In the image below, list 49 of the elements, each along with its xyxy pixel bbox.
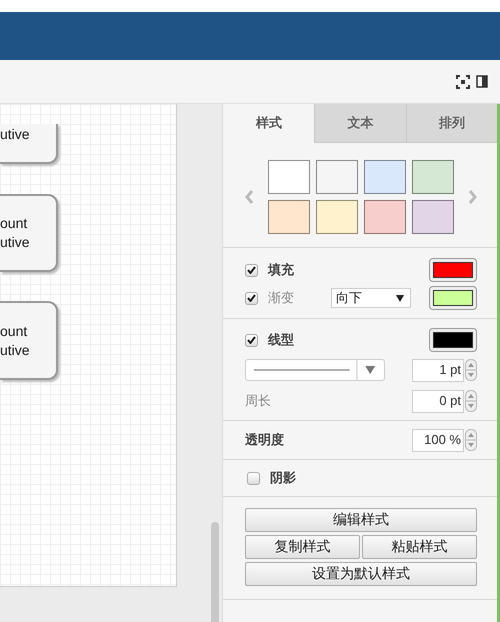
gradient-label: 渐变 <box>268 289 294 307</box>
color-picker-button[interactable] <box>429 328 477 352</box>
fullscreen-icon[interactable] <box>456 74 470 88</box>
action-button[interactable]: 编辑样式 <box>245 508 477 532</box>
checkbox[interactable] <box>245 264 258 276</box>
checkbox[interactable] <box>245 292 258 304</box>
shape-label: ount <box>0 214 28 233</box>
number-input-field[interactable]: 0 pt <box>412 390 464 412</box>
style-swatch[interactable] <box>412 200 454 234</box>
number-input-field[interactable]: 100 % <box>412 428 464 452</box>
spinner-icon[interactable] <box>465 359 477 381</box>
line-style-dropdown[interactable] <box>245 359 385 381</box>
opacity-label: 透明度 <box>245 431 284 449</box>
perimeter-label: 周长 <box>245 392 271 410</box>
action-button[interactable]: 粘贴样式 <box>362 535 477 559</box>
tab[interactable]: 文本 <box>314 104 406 143</box>
rounded-shape[interactable]: utive <box>0 124 58 164</box>
color-picker-button[interactable] <box>429 286 477 310</box>
rounded-shape[interactable]: ount utive <box>0 301 58 380</box>
panel-toggle-icon[interactable] <box>476 75 488 88</box>
action-button[interactable]: 设置为默认样式 <box>245 562 477 586</box>
line-label: 线型 <box>268 331 294 349</box>
color-picker-button[interactable] <box>429 258 477 282</box>
shadow-label: 阴影 <box>270 469 296 487</box>
checkbox[interactable] <box>245 334 258 346</box>
tab[interactable]: 排列 <box>406 104 497 143</box>
shape-label: utive <box>0 340 31 360</box>
chevron-left-icon[interactable] <box>245 190 254 204</box>
fill-label: 填充 <box>268 261 294 279</box>
style-swatch[interactable] <box>316 160 358 194</box>
shape-label: utive <box>0 233 31 252</box>
scrollbar[interactable] <box>211 522 219 622</box>
direction-dropdown[interactable]: 向下 <box>331 288 411 308</box>
style-swatch[interactable] <box>268 160 310 194</box>
checkbox[interactable] <box>247 472 260 484</box>
style-swatch[interactable] <box>364 200 406 234</box>
shape-label: utive <box>0 125 31 144</box>
style-swatch[interactable] <box>268 200 310 234</box>
chevron-right-icon[interactable] <box>468 190 477 204</box>
style-swatch[interactable] <box>412 160 454 194</box>
style-swatch[interactable] <box>316 200 358 234</box>
spinner-icon[interactable] <box>465 390 477 412</box>
action-button[interactable]: 复制样式 <box>245 535 360 559</box>
caret-icon <box>396 294 404 302</box>
number-input-field[interactable]: 1 pt <box>412 358 464 382</box>
spinner-icon[interactable] <box>465 429 477 451</box>
shape-label: ount <box>0 322 28 340</box>
rounded-shape[interactable]: ount utive <box>0 194 58 272</box>
style-swatch[interactable] <box>364 160 406 194</box>
